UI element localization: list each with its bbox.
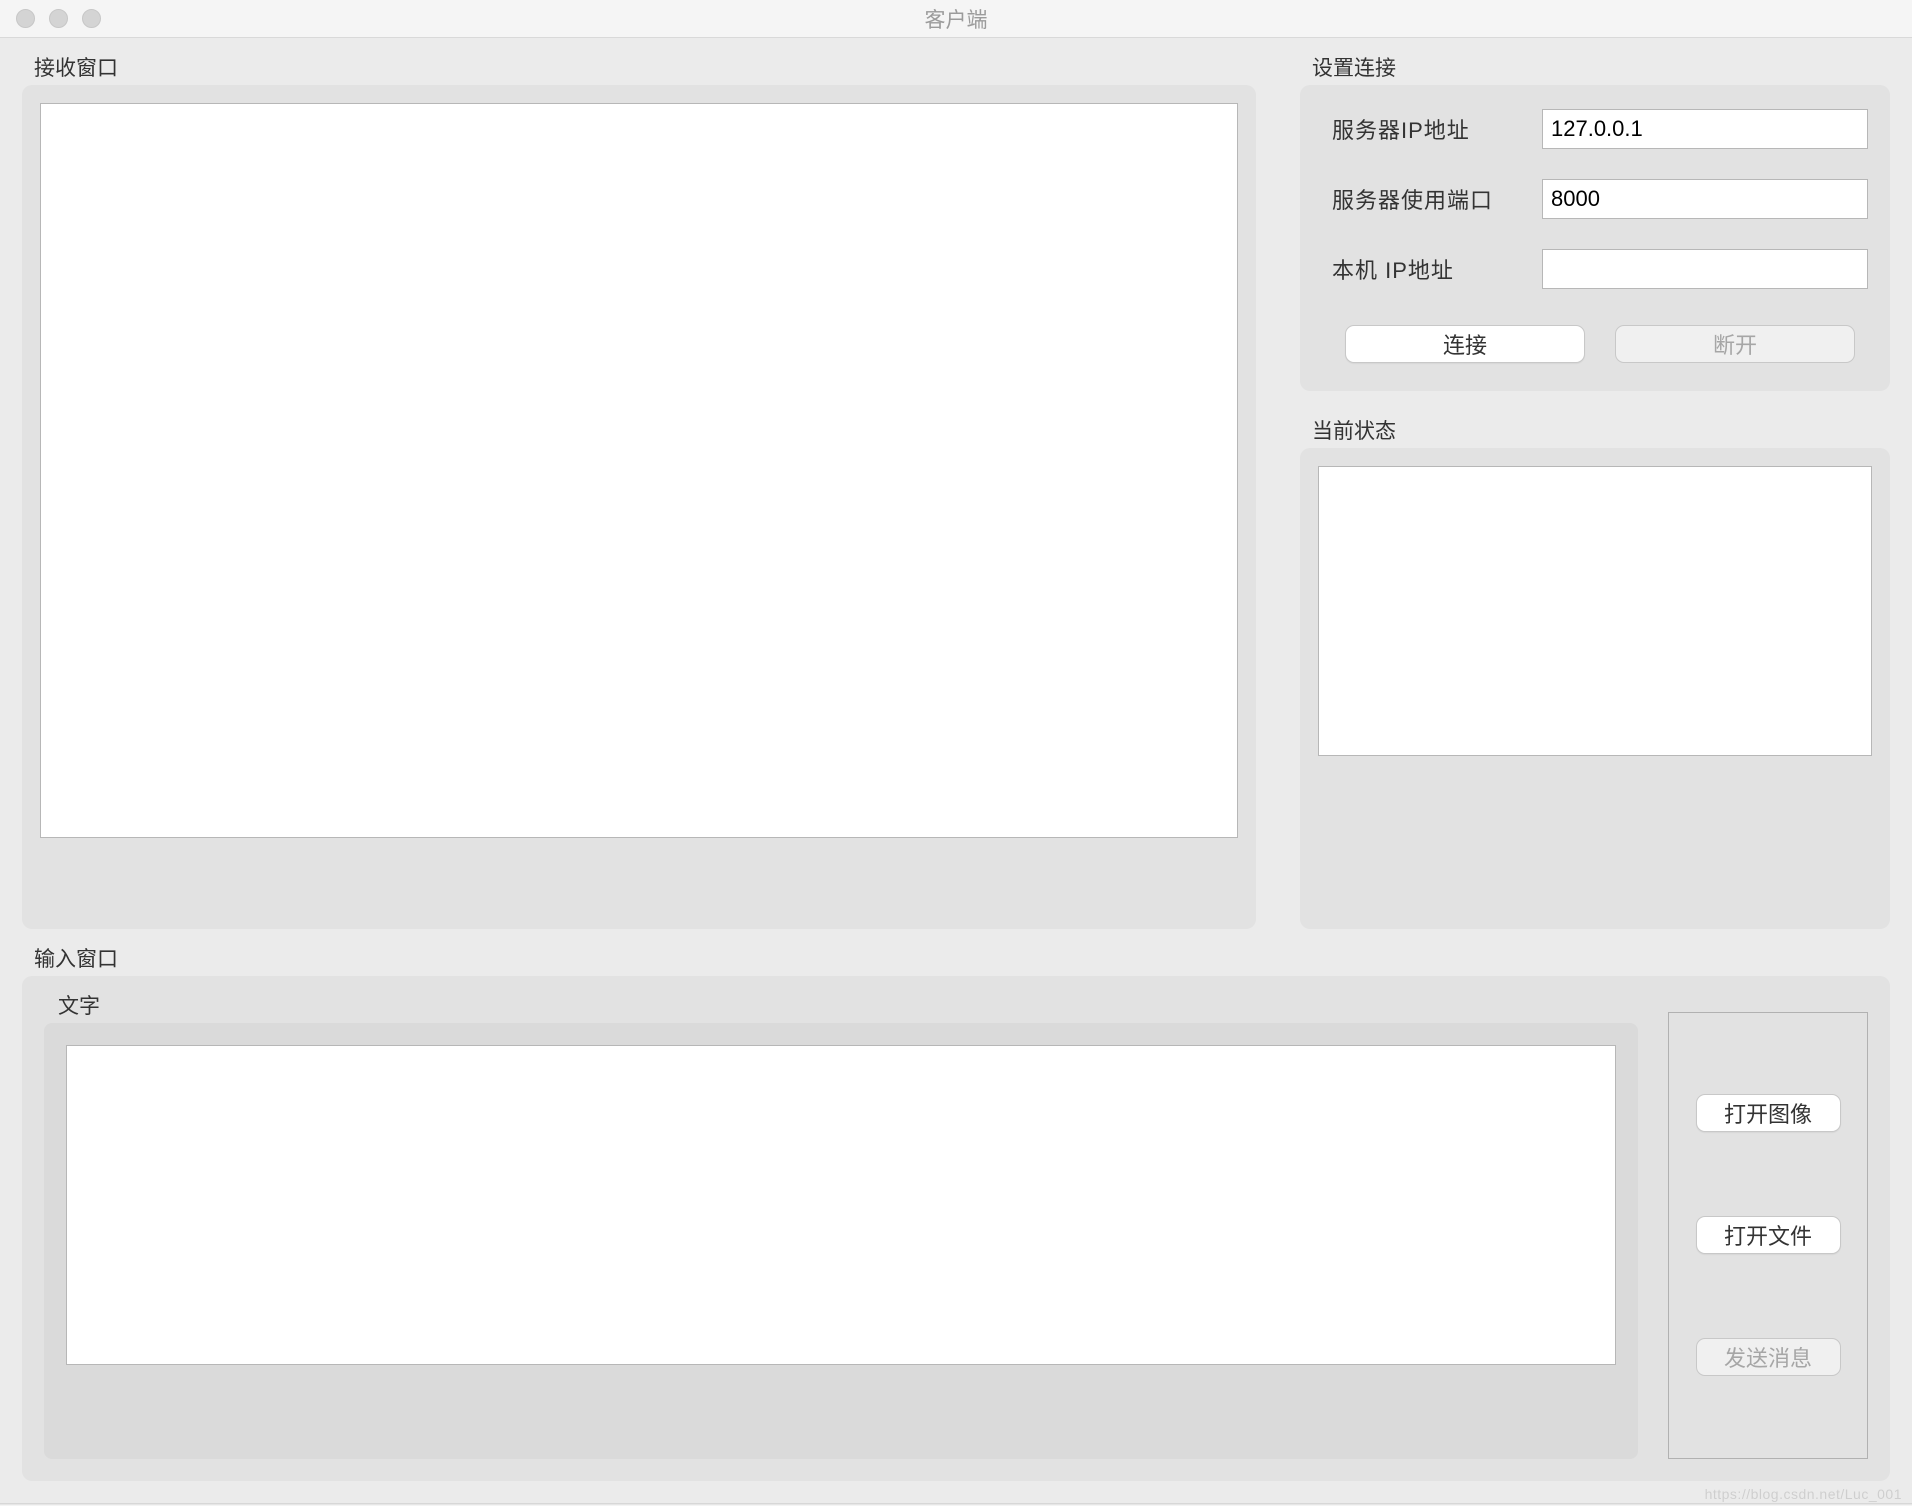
minimize-light-icon[interactable]: [49, 9, 68, 28]
settings-body: 服务器IP地址 服务器使用端口 本机 IP地址 连接 断开: [1300, 85, 1890, 391]
input-body: 文字 打开图像 打开文件 发送消息: [22, 976, 1890, 1482]
status-textarea[interactable]: [1318, 466, 1872, 756]
server-port-input[interactable]: [1542, 179, 1868, 219]
close-light-icon[interactable]: [16, 9, 35, 28]
settings-buttons: 连接 断开: [1332, 325, 1868, 363]
status-title: 当前状态: [1312, 415, 1890, 445]
traffic-lights: [16, 9, 101, 28]
app-window: 客户端 接收窗口 设置连接 服务器IP地址 服务器使用端口: [0, 0, 1912, 1506]
settings-title: 设置连接: [1312, 52, 1890, 82]
form-row-local-ip: 本机 IP地址: [1332, 249, 1868, 289]
settings-group: 设置连接 服务器IP地址 服务器使用端口 本机 IP地址: [1300, 52, 1890, 391]
receive-group: 接收窗口: [22, 52, 1256, 929]
text-group-title: 文字: [58, 990, 1638, 1020]
maximize-light-icon[interactable]: [82, 9, 101, 28]
server-ip-label: 服务器IP地址: [1332, 113, 1542, 145]
open-file-button[interactable]: 打开文件: [1696, 1216, 1841, 1254]
receive-title: 接收窗口: [34, 52, 1256, 82]
local-ip-label: 本机 IP地址: [1332, 253, 1542, 285]
local-ip-input[interactable]: [1542, 249, 1868, 289]
receive-body: [22, 85, 1256, 929]
open-image-button[interactable]: 打开图像: [1696, 1094, 1841, 1132]
receive-textarea[interactable]: [40, 103, 1238, 838]
right-column: 设置连接 服务器IP地址 服务器使用端口 本机 IP地址: [1300, 52, 1890, 929]
content-area: 接收窗口 设置连接 服务器IP地址 服务器使用端口: [0, 38, 1912, 1503]
form-row-server-port: 服务器使用端口: [1332, 179, 1868, 219]
actions-panel: 打开图像 打开文件 发送消息: [1668, 1012, 1868, 1460]
window-title: 客户端: [0, 4, 1912, 34]
text-group: 文字: [44, 990, 1638, 1460]
server-port-label: 服务器使用端口: [1332, 183, 1542, 215]
text-input-textarea[interactable]: [66, 1045, 1616, 1365]
text-group-body: [44, 1023, 1638, 1460]
send-message-button[interactable]: 发送消息: [1696, 1338, 1841, 1376]
status-body: [1300, 448, 1890, 929]
form-row-server-ip: 服务器IP地址: [1332, 109, 1868, 149]
server-ip-input[interactable]: [1542, 109, 1868, 149]
titlebar: 客户端: [0, 0, 1912, 38]
status-group: 当前状态: [1300, 415, 1890, 929]
input-group: 输入窗口 文字 打开图像 打开文件 发送消息: [22, 943, 1890, 1482]
input-title: 输入窗口: [34, 943, 1890, 973]
connect-button[interactable]: 连接: [1345, 325, 1585, 363]
disconnect-button[interactable]: 断开: [1615, 325, 1855, 363]
watermark: https://blog.csdn.net/Luc_001: [1705, 1486, 1902, 1502]
